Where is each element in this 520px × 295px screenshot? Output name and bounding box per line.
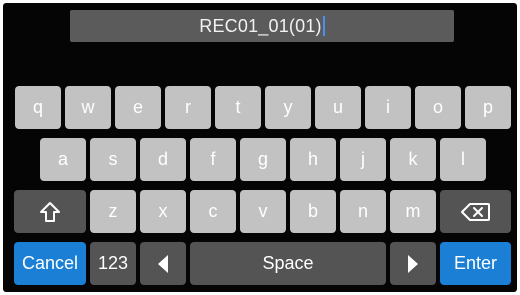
- key-s[interactable]: s: [90, 138, 136, 181]
- key-b[interactable]: b: [290, 190, 336, 233]
- key-k[interactable]: k: [390, 138, 436, 181]
- backspace-icon: [460, 202, 490, 221]
- key-z[interactable]: z: [90, 190, 136, 233]
- text-caret: [322, 16, 325, 36]
- on-screen-keyboard: REC01_01(01) q w e r t y u i o p a s d f…: [3, 3, 517, 292]
- key-u[interactable]: u: [315, 86, 361, 129]
- shift-icon: [40, 201, 60, 222]
- file-name-input[interactable]: REC01_01(01): [70, 10, 454, 42]
- key-o[interactable]: o: [415, 86, 461, 129]
- key-e[interactable]: e: [115, 86, 161, 129]
- key-x[interactable]: x: [140, 190, 186, 233]
- key-i[interactable]: i: [365, 86, 411, 129]
- key-d[interactable]: d: [140, 138, 186, 181]
- key-v[interactable]: v: [240, 190, 286, 233]
- key-n[interactable]: n: [340, 190, 386, 233]
- enter-button[interactable]: Enter: [440, 242, 511, 285]
- shift-key[interactable]: [14, 190, 86, 233]
- cursor-left-icon: [158, 254, 168, 273]
- key-g[interactable]: g: [240, 138, 286, 181]
- numbers-key[interactable]: 123: [90, 242, 136, 285]
- key-h[interactable]: h: [290, 138, 336, 181]
- key-q[interactable]: q: [15, 86, 61, 129]
- cursor-left-key[interactable]: [140, 242, 186, 285]
- key-r[interactable]: r: [165, 86, 211, 129]
- key-p[interactable]: p: [465, 86, 511, 129]
- cursor-right-key[interactable]: [390, 242, 436, 285]
- key-c[interactable]: c: [190, 190, 236, 233]
- backspace-key[interactable]: [440, 190, 511, 233]
- file-name-value: REC01_01(01): [199, 15, 322, 36]
- key-j[interactable]: j: [340, 138, 386, 181]
- key-w[interactable]: w: [65, 86, 111, 129]
- key-f[interactable]: f: [190, 138, 236, 181]
- key-y[interactable]: y: [265, 86, 311, 129]
- space-key[interactable]: Space: [190, 242, 386, 285]
- key-l[interactable]: l: [440, 138, 486, 181]
- key-a[interactable]: a: [40, 138, 86, 181]
- key-t[interactable]: t: [215, 86, 261, 129]
- key-m[interactable]: m: [390, 190, 436, 233]
- cancel-button[interactable]: Cancel: [14, 242, 86, 285]
- cursor-right-icon: [408, 254, 418, 273]
